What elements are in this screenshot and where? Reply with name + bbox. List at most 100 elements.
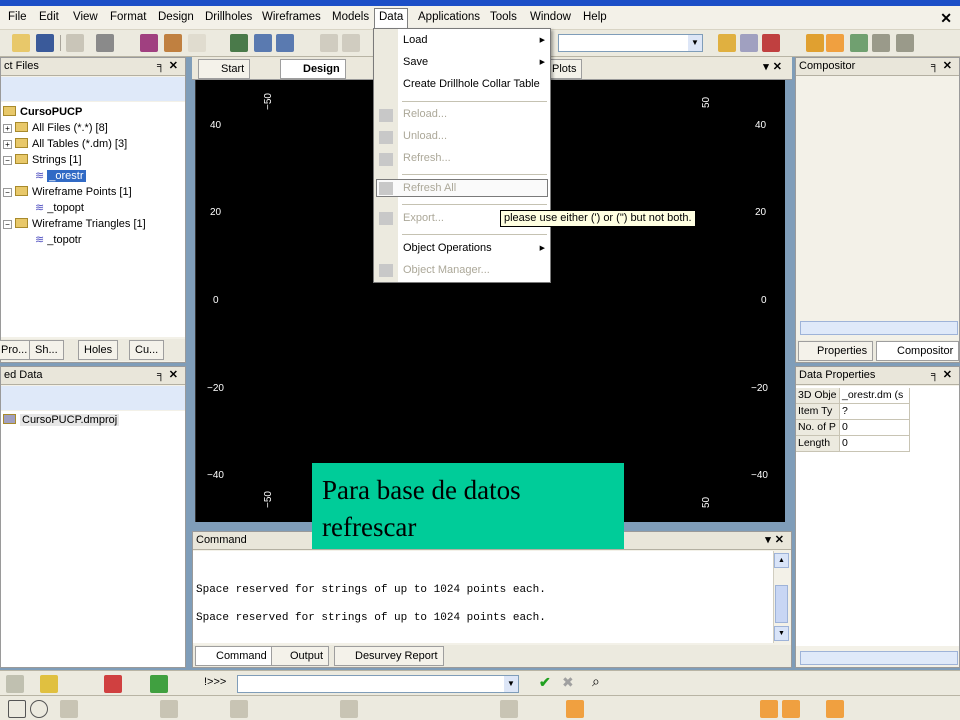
- line-icon[interactable]: [8, 700, 26, 718]
- tree-item[interactable]: + All Files (*.*) [8]: [3, 120, 108, 136]
- toolbar-button[interactable]: [6, 675, 24, 693]
- menu-drillholes[interactable]: Drillholes: [205, 11, 252, 23]
- grid-icon[interactable]: [320, 34, 338, 52]
- collapse-icon[interactable]: −: [3, 156, 12, 165]
- menu-item-export[interactable]: Export...: [403, 212, 444, 224]
- menu-close-icons[interactable]: ▾✕: [765, 533, 788, 546]
- tree-item[interactable]: − Wireframe Points [1]: [3, 184, 132, 200]
- print-icon[interactable]: [96, 34, 114, 52]
- scroll-thumb[interactable]: [775, 585, 788, 623]
- menu-data[interactable]: Data: [374, 8, 409, 30]
- circle-icon[interactable]: [30, 700, 48, 718]
- collapse-icon[interactable]: −: [3, 220, 12, 229]
- search-icon[interactable]: ⌕: [592, 673, 600, 690]
- snap-icon[interactable]: [740, 34, 758, 52]
- points-icon[interactable]: [718, 34, 736, 52]
- tree-item-selected[interactable]: ≋ _orestr: [35, 168, 86, 184]
- pin-close-icons[interactable]: ╕✕: [157, 59, 182, 72]
- pin-close-icons[interactable]: ╕✕: [931, 59, 956, 72]
- erase-icon[interactable]: [500, 700, 518, 718]
- menu-item-refresh[interactable]: Refresh...: [403, 152, 451, 164]
- menu-item-reload[interactable]: Reload...: [403, 108, 447, 120]
- menu-item-save[interactable]: Save: [403, 56, 428, 68]
- move-icon[interactable]: [230, 700, 248, 718]
- tree-item[interactable]: CursoPUCP.dmproj: [3, 412, 120, 428]
- property-value[interactable]: 0: [840, 420, 910, 436]
- menu-view[interactable]: View: [73, 11, 98, 23]
- cut-icon[interactable]: [66, 34, 84, 52]
- tab-sheets[interactable]: Sh...: [29, 340, 64, 360]
- window-icon[interactable]: [254, 34, 272, 52]
- edit-icon[interactable]: [342, 34, 360, 52]
- collapse-icon[interactable]: −: [3, 188, 12, 197]
- menu-item-object-operations[interactable]: Object Operations: [403, 242, 492, 254]
- toolbar-combo[interactable]: ▼: [558, 34, 703, 52]
- property-value[interactable]: ?: [840, 404, 910, 420]
- tab-properties[interactable]: Properties: [798, 341, 874, 361]
- rotate-icon[interactable]: [340, 700, 358, 718]
- edit-point-icon[interactable]: [896, 34, 914, 52]
- play-icon[interactable]: [150, 675, 168, 693]
- tree-item[interactable]: ≋ _topotr: [35, 232, 82, 248]
- tree-item[interactable]: ≋ _topopt: [35, 200, 84, 216]
- menu-item-object-manager[interactable]: Object Manager...: [403, 264, 490, 276]
- select-icon[interactable]: [230, 34, 248, 52]
- tree-root[interactable]: CursoPUCP: [3, 104, 82, 120]
- menu-item-create-collar-table[interactable]: Create Drillhole Collar Table: [403, 78, 540, 90]
- snap-grid-icon[interactable]: [826, 34, 844, 52]
- menu-applications[interactable]: Applications: [418, 11, 480, 23]
- menu-format[interactable]: Format: [110, 11, 146, 23]
- home-icon[interactable]: [164, 34, 182, 52]
- string-icon[interactable]: [160, 700, 178, 718]
- menu-wireframes[interactable]: Wireframes: [262, 11, 321, 23]
- add-point-icon[interactable]: [850, 34, 868, 52]
- pin-close-icons[interactable]: ╕✕: [157, 368, 182, 381]
- tab-plots[interactable]: Plots: [546, 59, 583, 79]
- tab-output[interactable]: Output: [271, 646, 330, 666]
- delete-points-icon[interactable]: [762, 34, 780, 52]
- menu-design[interactable]: Design: [158, 11, 194, 23]
- tab-start[interactable]: Start: [198, 59, 251, 79]
- menu-tools[interactable]: Tools: [490, 11, 517, 23]
- menu-item-refresh-all[interactable]: Refresh All: [403, 182, 456, 194]
- menu-models[interactable]: Models: [332, 11, 369, 23]
- pin-close-icons[interactable]: ╕✕: [931, 368, 956, 381]
- save-icon[interactable]: [36, 34, 54, 52]
- menu-file[interactable]: File: [8, 11, 27, 23]
- record-icon[interactable]: [104, 675, 122, 693]
- command-input[interactable]: ▼: [237, 675, 519, 693]
- tab-command[interactable]: Command: [195, 646, 273, 666]
- tab-holes[interactable]: Holes: [78, 340, 119, 360]
- open-icon[interactable]: [12, 34, 30, 52]
- scatter-icon[interactable]: [806, 34, 824, 52]
- tab-customization[interactable]: Cu...: [129, 340, 165, 360]
- scroll-down-icon[interactable]: ▼: [774, 626, 789, 641]
- property-value[interactable]: 0: [840, 436, 910, 452]
- toolbar-button[interactable]: [40, 675, 58, 693]
- expand-icon[interactable]: +: [3, 140, 12, 149]
- layout-icon[interactable]: [276, 34, 294, 52]
- select-arrow-icon[interactable]: [760, 700, 778, 718]
- horizontal-scrollbar[interactable]: [800, 651, 958, 665]
- expand-icon[interactable]: +: [3, 124, 12, 133]
- menu-item-unload[interactable]: Unload...: [403, 130, 447, 142]
- move-point-icon[interactable]: [872, 34, 890, 52]
- tab-design[interactable]: Design: [280, 59, 346, 79]
- snap-icon[interactable]: [566, 700, 584, 718]
- menu-edit[interactable]: Edit: [39, 11, 59, 23]
- cancel-icon[interactable]: ✖: [562, 674, 574, 691]
- select-string-icon[interactable]: [782, 700, 800, 718]
- tab-compositor[interactable]: Compositor: [876, 341, 960, 361]
- select-object-icon[interactable]: [826, 700, 844, 718]
- tab-desurvey-report[interactable]: Desurvey Report: [334, 646, 444, 666]
- rectangle-icon[interactable]: [60, 700, 78, 718]
- menu-window[interactable]: Window: [530, 11, 571, 23]
- menu-item-load[interactable]: Load: [403, 34, 427, 46]
- menu-help[interactable]: Help: [583, 11, 607, 23]
- tree-item[interactable]: − Strings [1]: [3, 152, 82, 168]
- close-icon[interactable]: ✕: [940, 10, 952, 27]
- help-icon[interactable]: [188, 34, 206, 52]
- tree-item[interactable]: − Wireframe Triangles [1]: [3, 216, 146, 232]
- book-icon[interactable]: [140, 34, 158, 52]
- check-icon[interactable]: ✔: [539, 674, 551, 691]
